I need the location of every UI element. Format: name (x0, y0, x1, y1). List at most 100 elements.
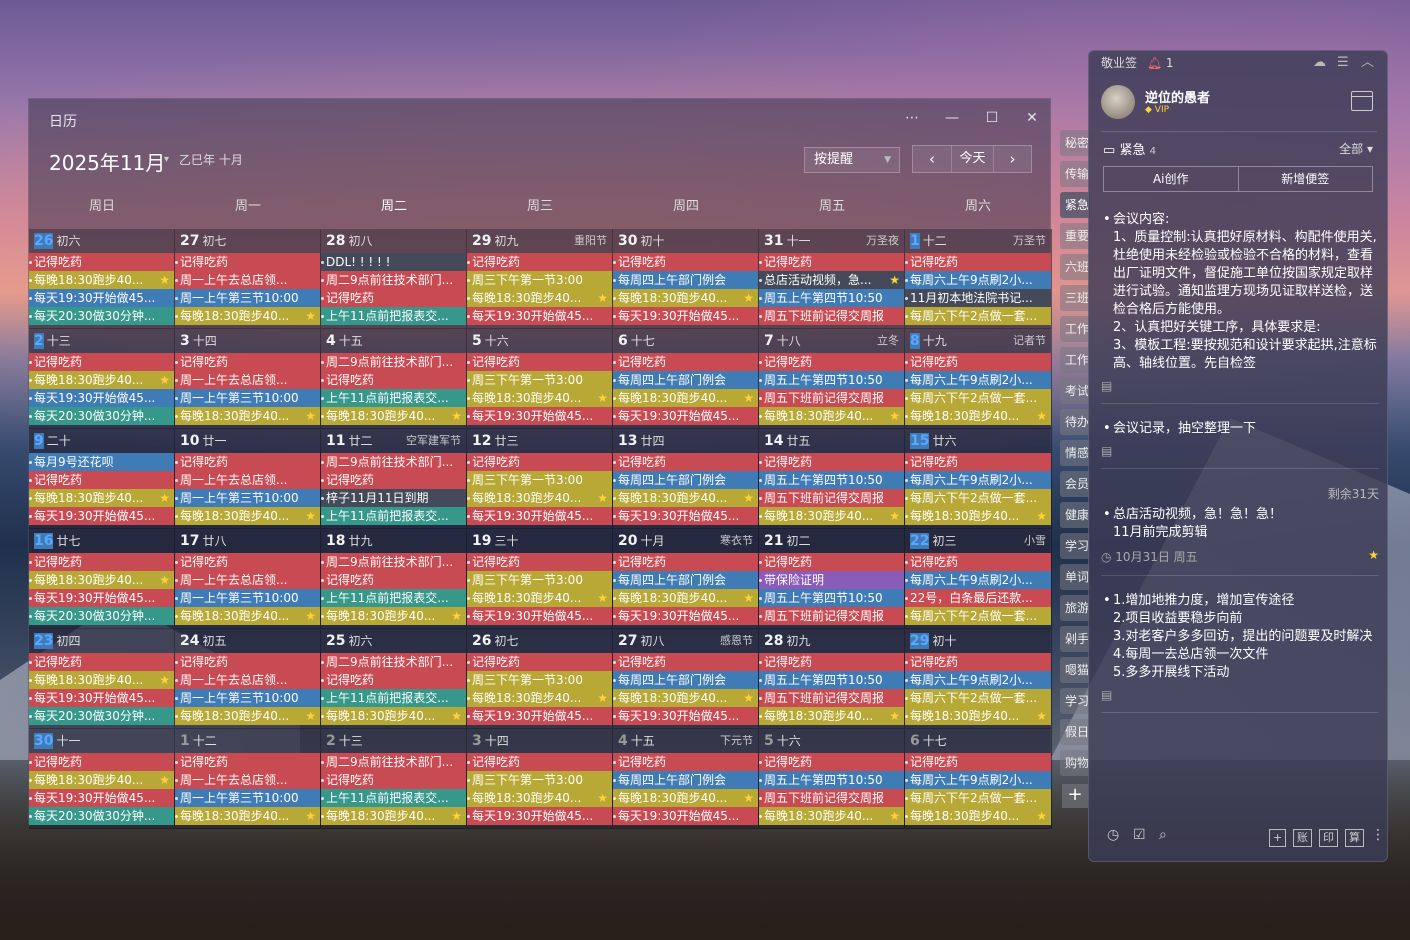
category-tab[interactable]: 待办 (1060, 409, 1090, 435)
day-cell[interactable]: 26 初六 记得吃药 每晚18:30跑步40... ★ 每天19:30开始做45... 每天… (29, 229, 175, 329)
event-item[interactable]: 记得吃药 (29, 553, 174, 571)
event-item[interactable]: 22号，白条最后还款... (905, 589, 1051, 607)
category-tab[interactable]: 重要 (1060, 223, 1090, 249)
month-title[interactable]: 2025年11月 (49, 147, 165, 176)
filter-select[interactable]: 全部 ▾ (1339, 140, 1373, 157)
event-item[interactable]: 周五下班前记得交周报 (759, 689, 904, 707)
event-item[interactable]: 每晚18:30跑步40... ★ (759, 707, 904, 725)
event-item[interactable]: 记得吃药 (905, 753, 1051, 771)
event-item[interactable]: 每周六下午2点做一套... (905, 307, 1051, 325)
search-icon[interactable]: ⌕ (1159, 827, 1167, 843)
day-cell[interactable]: 25 初六 周二9点前往技术部门... 记得吃药 上午11点前把报表交... 每晚18:3… (321, 629, 467, 729)
event-item[interactable]: 每周四上午部门例会 (613, 571, 758, 589)
day-cell[interactable]: 5 十六 记得吃药 周三下午第一节3:00 每晚18:30跑步40... ★ 每天19:30… (467, 329, 613, 429)
event-item[interactable]: 周二9点前往技术部门... (321, 553, 466, 571)
event-item[interactable]: 带保险证明 (759, 571, 904, 589)
event-item[interactable]: 周一上午第三节10:00 (175, 489, 320, 507)
event-item[interactable]: DDL! ! ! ! ! (321, 253, 466, 271)
event-item[interactable]: 每晚18:30跑步40... ★ (175, 407, 320, 425)
day-cell[interactable]: 9 二十 每月9号还花呗 记得吃药 每晚18:30跑步40... ★ 每天19:30开始做4… (29, 429, 175, 529)
event-item[interactable]: 每晚18:30跑步40... ★ (321, 807, 466, 825)
event-item[interactable]: 每天20:30做30分钟... (29, 307, 174, 325)
category-tab[interactable]: 嗯猫 (1060, 657, 1090, 683)
event-item[interactable]: 每天19:30开始做45... (613, 807, 758, 825)
event-item[interactable]: 周二9点前往技术部门... (321, 453, 466, 471)
event-item[interactable]: 11月初本地法院书记... (905, 289, 1051, 307)
day-cell[interactable]: 20 十月 寒衣节 记得吃药 每周四上午部门例会 每晚18:30跑步40... ★ 每天19:… (613, 529, 759, 629)
checkbox-icon[interactable]: ☑ (1133, 827, 1146, 843)
category-tab[interactable]: 购物 (1060, 750, 1090, 776)
event-item[interactable]: 每晚18:30跑步40... ★ (759, 407, 904, 425)
event-item[interactable]: 每天19:30开始做45... (467, 507, 612, 525)
category-tab[interactable]: 学习 (1060, 533, 1090, 559)
day-cell[interactable]: 24 初五 记得吃药 周一上午去总店领... 周一上午第三节10:00 每晚18:30跑步… (175, 629, 321, 729)
event-item[interactable]: 每晚18:30跑步40... ★ (175, 607, 320, 625)
event-item[interactable]: 每晚18:30跑步40... ★ (905, 707, 1051, 725)
event-item[interactable]: 每天19:30开始做45... (29, 289, 174, 307)
minimize-icon[interactable]: — (941, 107, 963, 129)
ai-create-button[interactable]: Ai创作 (1104, 167, 1238, 191)
day-cell[interactable]: 30 初十 记得吃药 每周四上午部门例会 每晚18:30跑步40... ★ 每天19:30开… (613, 229, 759, 329)
event-item[interactable]: 周一上午去总店领... (175, 771, 320, 789)
event-item[interactable]: 周三下午第一节3:00 (467, 571, 612, 589)
event-item[interactable]: 梓子11月11日到期 (321, 489, 466, 507)
chevron-down-icon[interactable]: ▾ (164, 154, 169, 165)
event-item[interactable]: 上午11点前把报表交... (321, 589, 466, 607)
category-tab[interactable]: 假日 (1060, 719, 1090, 745)
day-cell[interactable]: 1 十二 万圣节 记得吃药 每周六上午9点刷2小... 11月初本地法院书记... 每周六下… (905, 229, 1052, 329)
event-item[interactable]: 每天20:30做30分钟... (29, 807, 174, 825)
event-item[interactable]: 周五上午第四节10:50 (759, 771, 904, 789)
event-item[interactable]: 每晚18:30跑步40... ★ (29, 271, 174, 289)
cloud-sync-icon[interactable]: ☁ (1313, 51, 1326, 75)
event-item[interactable]: 每晚18:30跑步40... ★ (613, 689, 758, 707)
event-item[interactable]: 每天19:30开始做45... (467, 607, 612, 625)
more-icon[interactable]: ⋮ (1371, 827, 1385, 843)
event-item[interactable]: 记得吃药 (321, 471, 466, 489)
event-item[interactable]: 周一上午去总店领... (175, 371, 320, 389)
event-item[interactable]: 每周六下午2点做一套... (905, 607, 1051, 625)
event-item[interactable]: 每晚18:30跑步40... ★ (613, 289, 758, 307)
event-item[interactable]: 每周六上午9点刷2小... (905, 471, 1051, 489)
event-item[interactable]: 每晚18:30跑步40... ★ (467, 289, 612, 307)
event-item[interactable]: 记得吃药 (175, 353, 320, 371)
add-category-button[interactable]: + (1062, 784, 1088, 808)
event-item[interactable]: 记得吃药 (321, 571, 466, 589)
event-item[interactable]: 每周四上午部门例会 (613, 771, 758, 789)
category-tab[interactable]: 工作 (1060, 316, 1090, 342)
event-item[interactable]: 记得吃药 (905, 253, 1051, 271)
event-item[interactable]: 记得吃药 (467, 253, 612, 271)
event-item[interactable]: 记得吃药 (905, 453, 1051, 471)
event-item[interactable]: 记得吃药 (321, 371, 466, 389)
event-item[interactable]: 每天19:30开始做45... (613, 707, 758, 725)
category-tab[interactable]: 六班 (1060, 254, 1090, 280)
event-item[interactable]: 每天19:30开始做45... (467, 407, 612, 425)
event-item[interactable]: 记得吃药 (29, 753, 174, 771)
clock-icon[interactable]: ◷ (1107, 827, 1119, 843)
category-tab[interactable]: 学习 (1060, 688, 1090, 714)
event-item[interactable]: 上午11点前把报表交... (321, 689, 466, 707)
event-item[interactable]: 记得吃药 (759, 653, 904, 671)
close-icon[interactable]: ✕ (1021, 107, 1043, 129)
prev-month-button[interactable]: ‹ (913, 146, 951, 172)
event-item[interactable]: 记得吃药 (175, 253, 320, 271)
remind-select[interactable]: 按提醒 ▼ (804, 147, 900, 173)
event-item[interactable]: 周五上午第四节10:50 (759, 289, 904, 307)
event-item[interactable]: 记得吃药 (613, 353, 758, 371)
day-cell[interactable]: 14 廿五 记得吃药 周五上午第四节10:50 周五下班前记得交周报 每晚18:30跑步4… (759, 429, 905, 529)
event-item[interactable]: 每天20:30做30分钟... (29, 607, 174, 625)
category-tab[interactable]: 传输 (1060, 161, 1090, 187)
event-item[interactable]: 每天20:30做30分钟... (29, 707, 174, 725)
day-cell[interactable]: 6 十七 记得吃药 每周四上午部门例会 每晚18:30跑步40... ★ 每天19:30开始… (613, 329, 759, 429)
event-item[interactable]: 每晚18:30跑步40... ★ (175, 707, 320, 725)
day-cell[interactable]: 21 初二 记得吃药 带保险证明 周五上午第四节10:50 周五下班前记得交周报 (759, 529, 905, 629)
event-item[interactable]: 每周六上午9点刷2小... (905, 371, 1051, 389)
event-item[interactable]: 每周四上午部门例会 (613, 371, 758, 389)
event-item[interactable]: 周一上午去总店领... (175, 271, 320, 289)
event-item[interactable]: 记得吃药 (613, 453, 758, 471)
event-item[interactable]: 周一上午第三节10:00 (175, 789, 320, 807)
event-item[interactable]: 记得吃药 (321, 671, 466, 689)
event-item[interactable]: 周五下班前记得交周报 (759, 789, 904, 807)
event-item[interactable]: 每晚18:30跑步40... ★ (905, 507, 1051, 525)
note-card[interactable]: 会议内容: 1、质量控制:认真把好原材料、构配件使用关,杜绝使用未经检验或检验不… (1101, 211, 1379, 404)
event-item[interactable]: 每月9号还花呗 (29, 453, 174, 471)
